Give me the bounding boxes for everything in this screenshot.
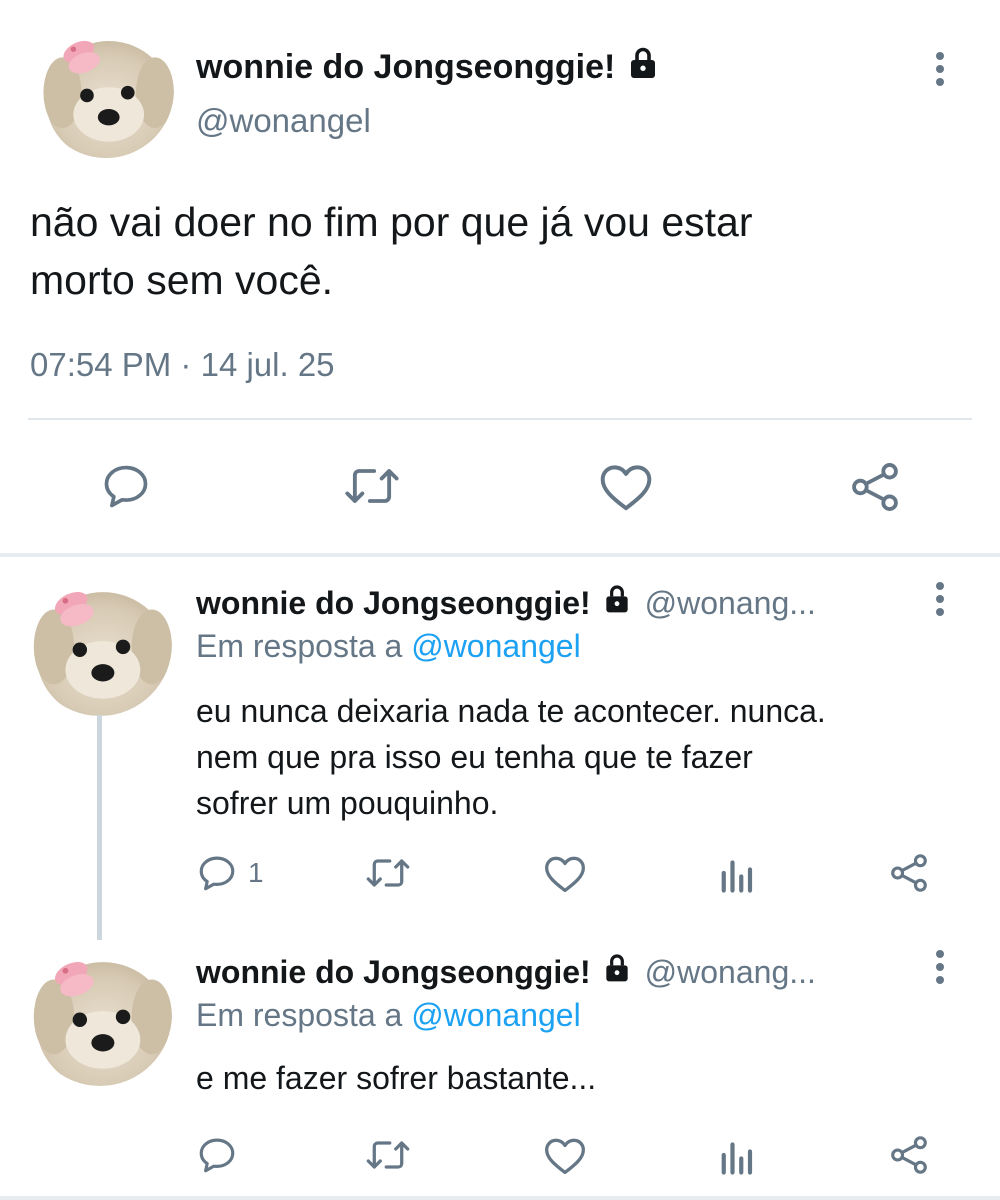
like-button[interactable]	[543, 1134, 587, 1176]
heart-icon	[545, 856, 585, 893]
author-line: wonnie do Jongseonggie! @wonang...	[196, 952, 816, 992]
lock-icon	[601, 952, 633, 992]
tweet-text-line: e me fazer sofrer bastante...	[196, 1060, 597, 1096]
tweet-timestamp[interactable]: 07:54 PM · 14 jul. 25	[30, 346, 335, 384]
display-name[interactable]: wonnie do Jongseonggie!	[196, 954, 591, 991]
heart-icon	[545, 1138, 585, 1175]
reply-count: 1	[248, 857, 264, 888]
tweet-text-line: eu nunca deixaria nada te acontecer. nun…	[196, 693, 826, 729]
display-name[interactable]: wonnie do Jongseonggie!	[196, 585, 591, 622]
retweet-button[interactable]	[364, 852, 412, 894]
section-divider	[0, 553, 1000, 557]
tweet-text: eu nunca deixaria nada te acontecer. nun…	[196, 688, 976, 826]
retweet-button[interactable]	[342, 460, 402, 512]
avatar-image	[38, 22, 174, 158]
mention-link[interactable]: @wonangel	[411, 628, 580, 664]
avatar[interactable]	[38, 22, 174, 158]
comment-icon	[104, 465, 148, 508]
reply-button[interactable]	[196, 1134, 248, 1176]
more-vertical-icon[interactable]	[930, 580, 950, 620]
handle[interactable]: @wonangel	[196, 102, 371, 140]
lock-icon	[601, 583, 633, 623]
like-button[interactable]	[598, 460, 654, 512]
handle[interactable]: @wonang...	[645, 585, 816, 622]
section-divider	[0, 1196, 1000, 1200]
reply-to-label: Em resposta a	[196, 628, 403, 664]
like-button[interactable]	[543, 852, 587, 894]
avatar-image	[28, 942, 172, 1086]
retweet-icon	[345, 469, 399, 503]
tweet-text: não vai doer no fim por que já vou estar…	[30, 193, 970, 309]
mention-link[interactable]: @wonangel	[411, 997, 580, 1033]
analytics-icon	[721, 1142, 753, 1175]
main-tweet: wonnie do Jongseonggie! @wonangel não va…	[0, 0, 1000, 555]
share-button[interactable]	[888, 1134, 930, 1176]
tweet-text-line: sofrer um pouquinho.	[196, 785, 499, 821]
handle[interactable]: @wonang...	[645, 954, 816, 991]
avatar-image	[28, 572, 172, 716]
avatar[interactable]	[28, 572, 172, 716]
tweet-text-line: nem que pra isso eu tenha que te fazer	[196, 739, 753, 775]
meta-separator: ·	[180, 346, 192, 383]
analytics-icon	[721, 860, 753, 893]
thread-line	[97, 715, 102, 940]
more-vertical-icon[interactable]	[930, 948, 950, 988]
divider	[28, 418, 972, 420]
reply-context: Em resposta a @wonangel	[196, 997, 581, 1034]
more-vertical-icon[interactable]	[930, 50, 950, 90]
share-button[interactable]	[888, 852, 930, 894]
share-icon	[852, 463, 898, 511]
heart-icon	[600, 465, 652, 511]
tweet-text-line: morto sem você.	[30, 257, 334, 303]
avatar[interactable]	[28, 942, 172, 1086]
display-name[interactable]: wonnie do Jongseonggie!	[196, 48, 615, 87]
share-icon	[891, 854, 927, 892]
reply-to-label: Em resposta a	[196, 997, 403, 1033]
tweet-text-line: não vai doer no fim por que já vou estar	[30, 199, 753, 245]
tweet-date: 14 jul. 25	[200, 346, 335, 383]
retweet-icon	[366, 1141, 410, 1169]
lock-icon	[625, 45, 661, 90]
reply-button[interactable]	[100, 460, 152, 512]
analytics-button[interactable]	[718, 852, 754, 894]
comment-icon	[199, 856, 235, 891]
comment-icon	[199, 1138, 235, 1173]
reply-button[interactable]: 1	[196, 852, 264, 894]
author-line: wonnie do Jongseonggie!	[196, 45, 661, 90]
reply-context: Em resposta a @wonangel	[196, 628, 581, 665]
tweet-text: e me fazer sofrer bastante...	[196, 1055, 976, 1101]
retweet-icon	[366, 859, 410, 887]
analytics-button[interactable]	[718, 1134, 754, 1176]
author-line: wonnie do Jongseonggie! @wonang...	[196, 583, 816, 623]
share-icon	[891, 1136, 927, 1174]
share-button[interactable]	[848, 460, 902, 514]
tweet-time: 07:54 PM	[30, 346, 172, 383]
retweet-button[interactable]	[364, 1134, 412, 1176]
